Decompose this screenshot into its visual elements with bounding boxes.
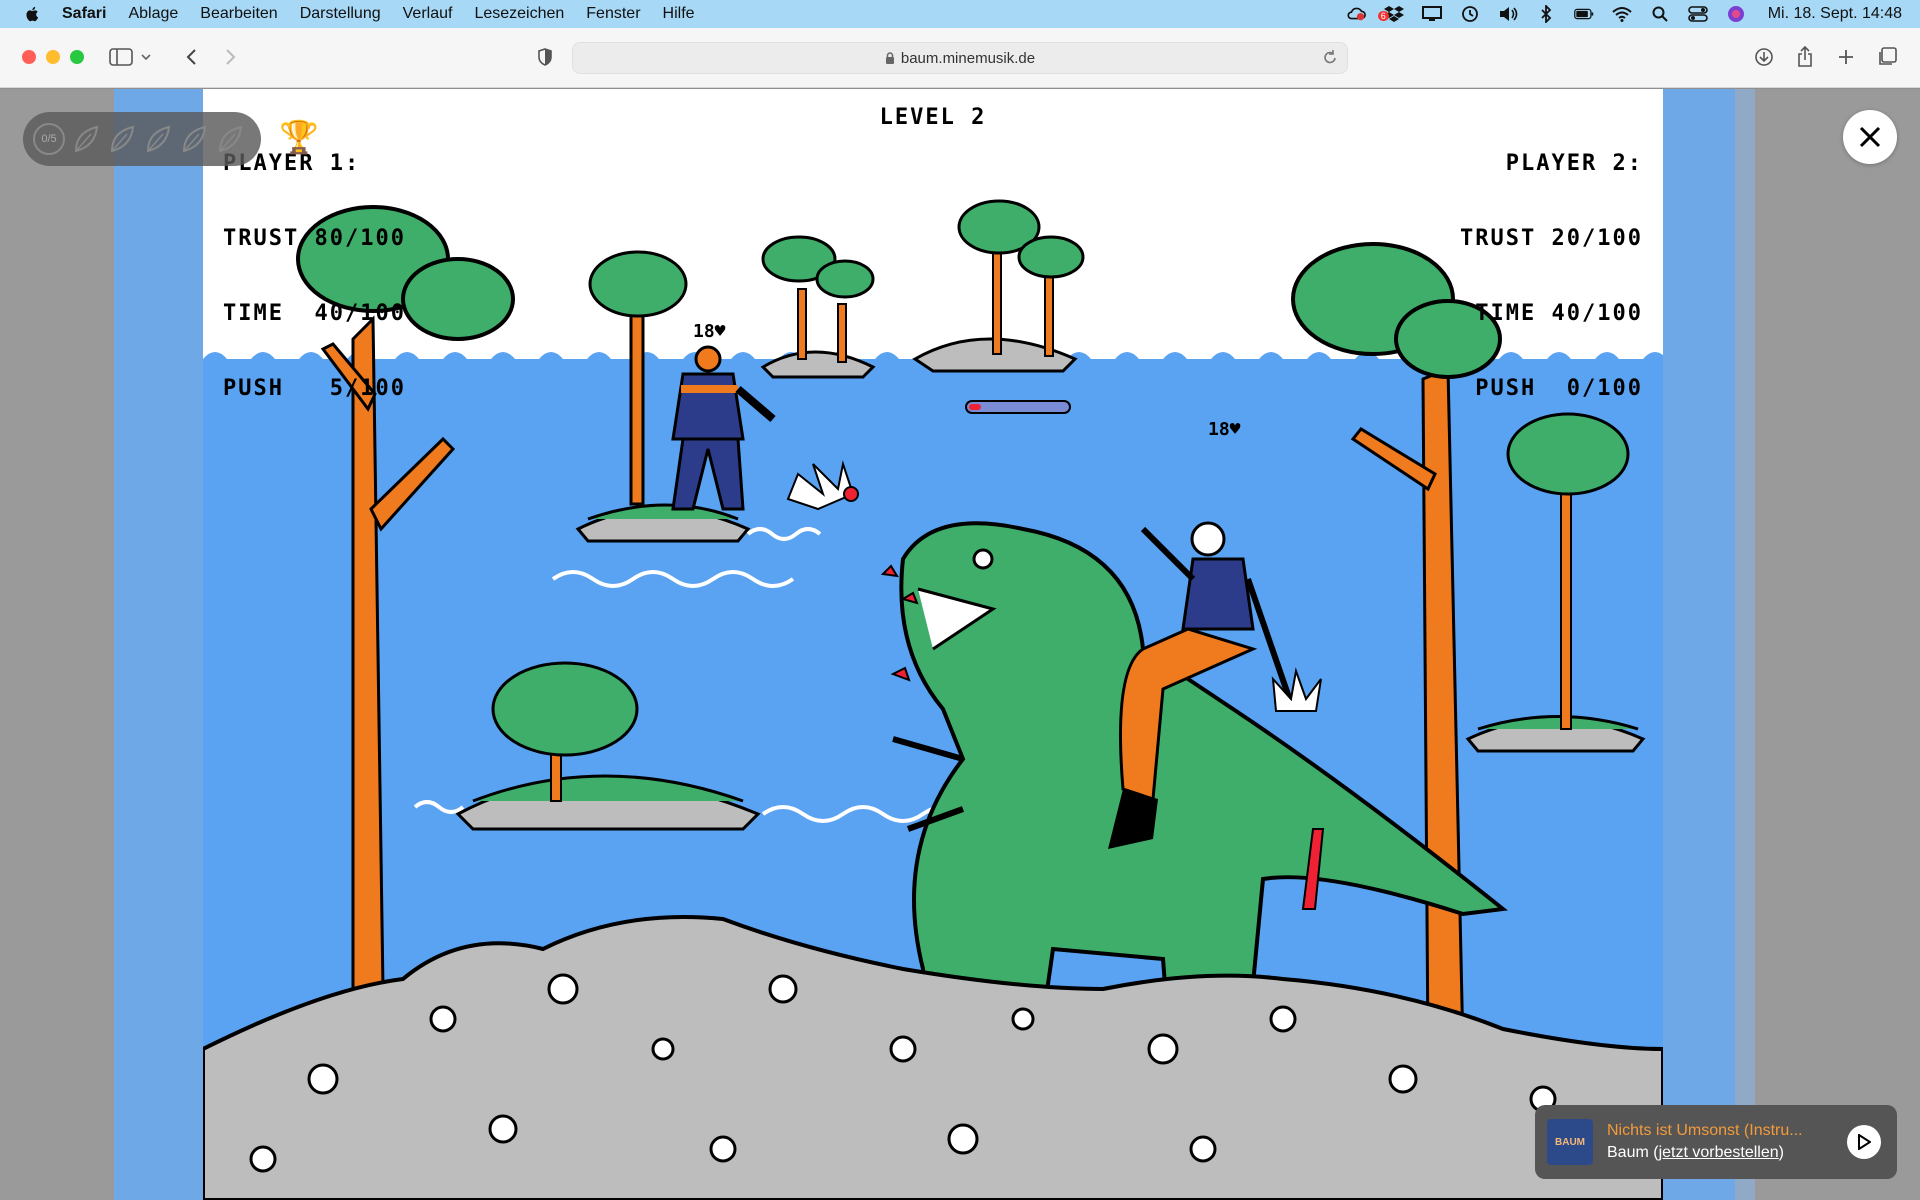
enemy-health-bar: [965, 400, 1071, 414]
menu-hilfe[interactable]: Hilfe: [663, 5, 695, 23]
menu-fenster[interactable]: Fenster: [586, 5, 640, 23]
now-playing-widget[interactable]: BAUM Nichts ist Umsonst (Instru... Baum …: [1535, 1105, 1897, 1179]
sidebar-toggle-icon[interactable]: [108, 44, 134, 70]
leaf-icon: [218, 125, 243, 153]
bluetooth-icon[interactable]: [1536, 5, 1556, 23]
control-center-icon[interactable]: [1687, 5, 1708, 23]
notification-badge: 6: [1377, 11, 1389, 21]
privacy-shield-icon[interactable]: [532, 44, 558, 70]
level-indicator: LEVEL 2: [879, 105, 987, 130]
menu-darstellung[interactable]: Darstellung: [300, 5, 381, 23]
lock-icon: [885, 51, 894, 64]
forward-button[interactable]: [218, 44, 244, 70]
leaf-icon: [74, 125, 99, 153]
search-icon[interactable]: [1650, 5, 1670, 23]
browser-toolbar: baum.minemusik.de: [0, 28, 1920, 88]
backdrop-right-edge: [1735, 89, 1755, 1200]
preorder-link[interactable]: jetzt vorbestellen: [1659, 1144, 1779, 1161]
player1-hp: 18♥: [693, 321, 726, 342]
play-button[interactable]: [1847, 1125, 1881, 1159]
close-button[interactable]: [1843, 110, 1897, 164]
battery-icon[interactable]: [1573, 5, 1594, 23]
trophy-icon[interactable]: 🏆: [279, 118, 319, 156]
menubar-clock[interactable]: Mi. 18. Sept. 14:48: [1768, 5, 1902, 23]
menu-bearbeiten[interactable]: Bearbeiten: [200, 5, 277, 23]
leaf-icon: [146, 125, 171, 153]
game-scene: [203, 89, 1663, 1200]
island-lower-left: [455, 661, 761, 831]
wifi-icon[interactable]: [1612, 5, 1632, 23]
share-icon[interactable]: [1792, 44, 1818, 70]
fullscreen-window-button[interactable]: [70, 50, 84, 64]
close-icon: [1859, 126, 1881, 148]
display-icon[interactable]: [1421, 5, 1442, 23]
menu-lesezeichen[interactable]: Lesezeichen: [474, 5, 564, 23]
menu-bar: Safari Ablage Bearbeiten Darstellung Ver…: [0, 0, 1920, 28]
player2-hp: 18♥: [1208, 419, 1241, 440]
player1-time: TIME 40/100: [223, 301, 406, 326]
tab-overview-icon[interactable]: [1874, 44, 1900, 70]
close-window-button[interactable]: [22, 50, 36, 64]
cloud-icon[interactable]: [1346, 5, 1366, 23]
back-button[interactable]: [178, 44, 204, 70]
menu-ablage[interactable]: Ablage: [128, 5, 178, 23]
backdrop-right: [1663, 89, 1735, 1200]
reload-icon[interactable]: [1323, 49, 1337, 65]
player2-trust: TRUST 20/100: [1460, 226, 1643, 251]
player2-stats: PLAYER 2: TRUST 20/100 TIME 40/100 PUSH …: [1460, 101, 1643, 451]
new-tab-icon[interactable]: [1833, 44, 1859, 70]
menu-app-name[interactable]: Safari: [62, 5, 106, 23]
siri-icon[interactable]: [1726, 5, 1746, 23]
player1-push: PUSH 5/100: [223, 376, 406, 401]
player2-push: PUSH 0/100: [1475, 376, 1643, 401]
player1-trust: TRUST 80/100: [223, 226, 406, 251]
player2-time: TIME 40/100: [1475, 301, 1643, 326]
url-text: baum.minemusik.de: [900, 49, 1036, 67]
track-title[interactable]: Nichts ist Umsonst (Instru...: [1607, 1122, 1835, 1140]
minimize-window-button[interactable]: [46, 50, 60, 64]
time-machine-icon[interactable]: [1460, 5, 1480, 23]
menu-verlauf[interactable]: Verlauf: [403, 5, 453, 23]
player2-label: PLAYER 2:: [1505, 151, 1643, 176]
leaf-icon: [182, 125, 207, 153]
address-bar[interactable]: baum.minemusik.de: [572, 42, 1348, 74]
track-artist-line: Baum (jetzt vorbestellen): [1607, 1144, 1784, 1161]
enemy-health-fill: [969, 404, 981, 410]
leaf-progress: 0/5: [23, 112, 261, 166]
album-cover: BAUM: [1547, 1119, 1593, 1165]
volume-icon[interactable]: [1498, 5, 1518, 23]
dropbox-icon[interactable]: 6: [1377, 5, 1404, 23]
apple-icon[interactable]: [24, 5, 42, 23]
chevron-down-icon[interactable]: [138, 44, 154, 70]
leaf-counter: 0/5: [33, 123, 65, 155]
backdrop-left: [114, 89, 203, 1200]
downloads-icon[interactable]: [1751, 44, 1777, 70]
game-canvas[interactable]: PLAYER 1: TRUST 80/100 TIME 40/100 PUSH …: [203, 89, 1663, 1200]
play-icon: [1858, 1134, 1871, 1150]
island-right: [1465, 412, 1646, 753]
artist-name: Baum: [1607, 1144, 1649, 1161]
leaf-icon: [110, 125, 135, 153]
page-content: PLAYER 1: TRUST 80/100 TIME 40/100 PUSH …: [0, 89, 1920, 1200]
